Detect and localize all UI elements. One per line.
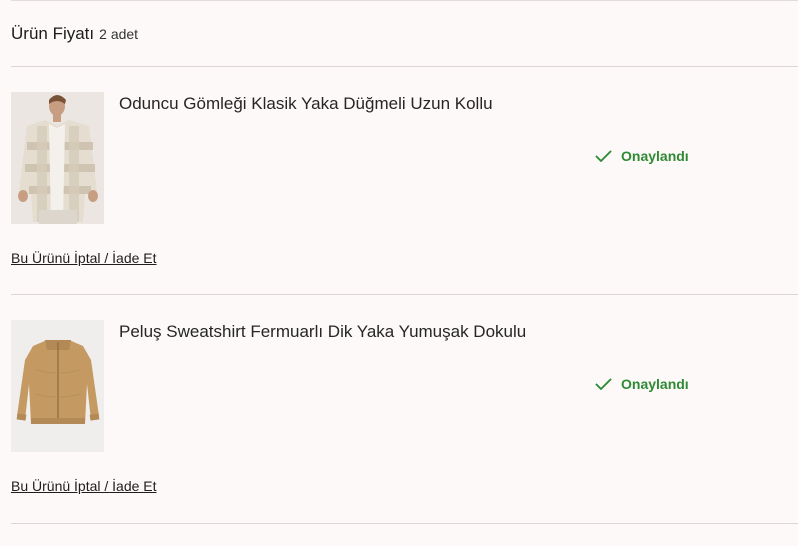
item-count: 2 adet <box>99 26 139 42</box>
cancel-return-link[interactable]: Bu Ürünü İptal / İade Et <box>11 478 157 494</box>
status-label: Onaylandı <box>621 376 689 392</box>
header-title: Ürün Fiyatı <box>11 24 95 43</box>
cancel-return-link[interactable]: Bu Ürünü İptal / İade Et <box>11 250 157 266</box>
divider <box>11 523 798 524</box>
camel-zip-sweatshirt-image <box>11 320 104 452</box>
order-items-header: Ürün Fiyatı 2 adet <box>11 24 138 48</box>
status-badge: Onaylandı <box>595 148 689 164</box>
status-badge: Onaylandı <box>595 376 689 392</box>
order-item: Peluş Sweatshirt Fermuarlı Dik Yaka Yumu… <box>11 320 798 520</box>
divider <box>11 294 798 295</box>
beige-checked-shirt-image <box>11 92 104 224</box>
check-icon <box>595 150 612 162</box>
divider <box>11 66 798 67</box>
order-item: Oduncu Gömleği Klasik Yaka Düğmeli Uzun … <box>11 92 798 292</box>
status-label: Onaylandı <box>621 148 689 164</box>
top-divider <box>11 0 798 1</box>
product-image[interactable] <box>11 320 104 452</box>
product-name[interactable]: Peluş Sweatshirt Fermuarlı Dik Yaka Yumu… <box>119 322 526 342</box>
check-icon <box>595 378 612 390</box>
product-image[interactable] <box>11 92 104 224</box>
product-name[interactable]: Oduncu Gömleği Klasik Yaka Düğmeli Uzun … <box>119 94 493 114</box>
